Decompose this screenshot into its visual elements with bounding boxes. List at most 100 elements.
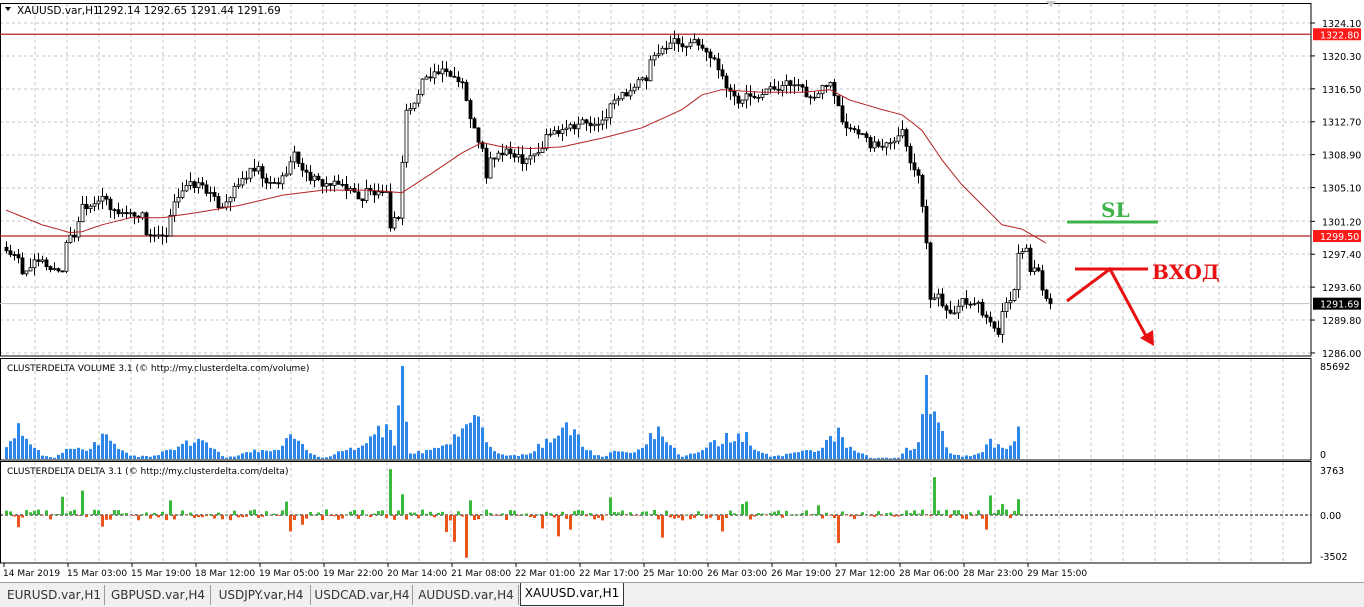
current-price-label: 1291.69	[1320, 300, 1359, 311]
volume-bar	[469, 422, 472, 459]
tab-usdcad-var-h4[interactable]: USDCAD.var,H4	[312, 585, 413, 605]
volume-bar	[933, 411, 936, 459]
bull-candle	[604, 117, 609, 121]
volume-bar	[249, 452, 252, 459]
delta-bar-negative	[781, 515, 784, 518]
bear-candle	[680, 43, 685, 48]
time-tick-label: 25 Mar 10:00	[643, 569, 703, 579]
volume-bar	[185, 440, 188, 459]
entry-annotation[interactable]: ВХОД	[1066, 260, 1220, 346]
bear-candle	[808, 96, 813, 99]
bull-candle	[784, 80, 789, 86]
tab-usdjpy-var-h4[interactable]: USDJPY.var,H4	[212, 585, 311, 605]
delta-bar-negative	[257, 515, 260, 518]
delta-bar-positive	[25, 510, 28, 515]
volume-bar	[713, 440, 716, 459]
delta-bar-positive	[697, 511, 700, 515]
volume-bar	[445, 444, 448, 459]
volume-bar	[509, 455, 512, 459]
bear-candle	[704, 47, 709, 53]
delta-bar-positive	[73, 509, 76, 515]
delta-bar-positive	[145, 512, 148, 515]
delta-bar-positive	[309, 511, 312, 515]
collapse-triangle-icon[interactable]	[5, 7, 11, 11]
delta-bar-negative	[505, 515, 508, 521]
volume-bar	[557, 435, 560, 459]
bear-candle	[748, 93, 753, 97]
delta-bar-positive	[889, 512, 892, 515]
volume-bar	[269, 451, 272, 459]
bull-candle	[488, 157, 493, 179]
volume-bar	[677, 454, 680, 459]
delta-bar-positive	[549, 513, 552, 515]
bull-candle	[496, 152, 501, 160]
bull-candle	[440, 68, 445, 75]
volume-bar	[633, 452, 636, 459]
chart-window[interactable]: 1324.101320.301316.501312.701308.901305.…	[0, 0, 1364, 582]
volume-bar	[305, 450, 308, 459]
volume-bar	[57, 454, 60, 459]
delta-bar-positive	[773, 511, 776, 515]
bear-candle	[908, 145, 913, 164]
bull-candle	[80, 203, 85, 223]
delta-bar-negative	[725, 515, 728, 519]
price-tick-label: 1308.90	[1322, 151, 1361, 162]
delta-bar-positive	[513, 510, 516, 515]
delta-bar-positive	[841, 511, 844, 515]
bull-candle	[1024, 247, 1029, 252]
tab-audusd-var-h4[interactable]: AUDUSD.var,H4	[414, 585, 519, 605]
bear-candle	[484, 147, 489, 179]
level-price-label: 1299.50	[1320, 232, 1359, 243]
delta-bar-negative	[433, 515, 436, 518]
time-tick-label: 28 Mar 06:00	[899, 569, 959, 579]
delta-bar-negative	[445, 515, 448, 533]
volume-bar	[797, 452, 800, 459]
delta-bar-positive	[805, 510, 808, 515]
delta-bar-positive	[349, 511, 352, 515]
tab-eurusd-var-h1[interactable]: EURUSD.var,H1	[4, 585, 105, 605]
tab-xauusd-var-h1[interactable]: XAUUSD.var,H1	[520, 583, 624, 606]
bull-candle	[660, 47, 665, 55]
delta-bar-negative	[705, 515, 708, 519]
delta-bar-negative	[405, 515, 408, 520]
delta-bar-positive	[521, 514, 524, 515]
delta-bar-negative	[533, 515, 536, 518]
bear-candle	[148, 234, 153, 237]
volume-bar	[869, 457, 872, 459]
delta-bar-negative	[585, 515, 588, 517]
bear-candle	[308, 171, 313, 181]
time-tick-label: 15 Mar 19:00	[131, 569, 191, 579]
volume-bar	[589, 450, 592, 459]
delta-bar-negative	[541, 515, 544, 529]
volume-bar	[221, 456, 224, 459]
bull-candle	[636, 79, 641, 88]
bull-candle	[956, 305, 961, 314]
bear-candle	[112, 209, 117, 212]
volume-bar	[989, 438, 992, 459]
volume-bar	[441, 445, 444, 459]
bear-candle	[468, 100, 473, 120]
bull-candle	[596, 123, 601, 126]
volume-bar	[525, 454, 528, 459]
delta-bar-positive	[489, 512, 492, 515]
delta-bar-negative	[949, 515, 952, 518]
delta-bar-positive	[865, 514, 868, 516]
volume-bar	[85, 450, 88, 459]
sl-annotation[interactable]: SL	[1067, 198, 1158, 224]
delta-bar-positive	[589, 513, 592, 515]
bear-candle	[388, 191, 393, 229]
bull-candle	[420, 78, 425, 95]
bull-candle	[568, 124, 573, 129]
bear-candle	[456, 76, 461, 83]
symbol-label: XAUUSD.var,H1	[17, 5, 100, 17]
bear-candle	[164, 235, 169, 237]
bear-candle	[912, 162, 917, 171]
volume-indicator-title: CLUSTERDELTA VOLUME 3.1 (© http://my.clu…	[7, 364, 309, 374]
tab-gbpusd-var-h4[interactable]: GBPUSD.var,H4	[106, 585, 211, 605]
volume-bar	[645, 444, 648, 459]
delta-bar-positive	[441, 511, 444, 515]
bull-candle	[196, 182, 201, 188]
delta-bar-negative	[677, 515, 680, 518]
volume-bar	[717, 446, 720, 459]
bear-candle	[716, 58, 721, 71]
